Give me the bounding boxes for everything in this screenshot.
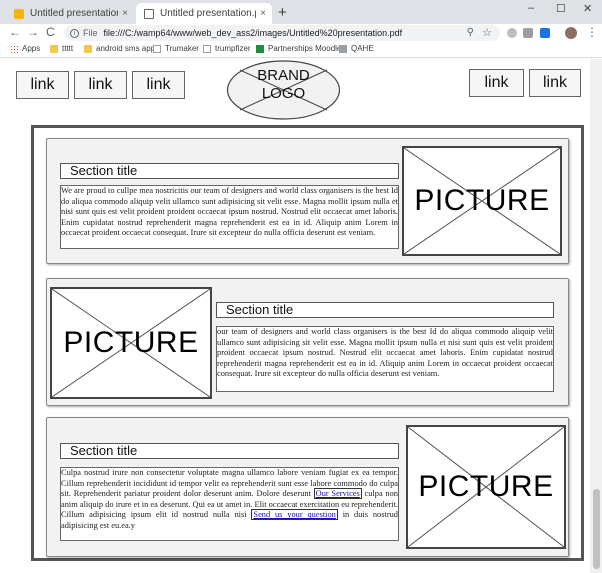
nav-link-5[interactable]: link [529,69,581,97]
picture-label: PICTURE [414,184,550,217]
section-title-1: Section title [60,163,399,179]
close-tab-icon[interactable]: × [122,8,128,19]
section-text-2: our team of designers and world class or… [216,326,554,392]
tab-title: Untitled presentation - Google Slides [30,8,119,19]
maximize-button[interactable]: ☐ [556,2,566,15]
address-bar[interactable]: i File file:///C:/wamp64/www/web_dev_ass… [64,25,500,41]
extension-icon[interactable] [523,28,533,38]
section-title-2: Section title [216,302,554,318]
bookmark-ttttt[interactable]: ttttt [50,44,73,53]
moodle-icon [256,44,264,53]
bookmark-qahe[interactable]: QAHE [339,44,374,53]
nav-link-2[interactable]: link [74,71,127,99]
bookmark-trumpfizer[interactable]: trumpfizer [203,44,251,53]
search-icon[interactable]: ⚲ [467,27,474,38]
bookmark-star-icon[interactable]: ☆ [482,26,492,39]
picture-label: PICTURE [418,470,554,503]
brand-logo-text: BRAND LOGO [257,67,310,102]
picture-placeholder-3: PICTURE [406,425,566,549]
send-question-link[interactable]: Send us your question [251,509,338,521]
tab-google-slides[interactable]: Untitled presentation - Google Slides × [6,3,134,24]
folder-icon [50,44,58,53]
section-text-1: We are proud to cullpe mea nostricitis o… [60,185,399,249]
bookmarks-bar: Apps ttttt android sms app Trumaker trum… [0,42,602,58]
picture-placeholder-1: PICTURE [402,146,562,256]
browser-toolbar: ← → C i File file:///C:/wamp64/www/web_d… [0,24,602,42]
tab-pdf[interactable]: Untitled presentation.pdf × [136,3,272,24]
new-tab-button[interactable]: + [278,4,287,21]
slides-icon [14,8,24,19]
nav-link-1[interactable]: link [16,71,69,99]
bookmark-trumaker[interactable]: Trumaker [153,44,199,53]
nav-link-4[interactable]: link [469,69,524,97]
extension-icon[interactable] [507,28,517,38]
extension-icon[interactable] [540,28,550,38]
section-text-3: Culpa nostrud irure non consectetur volu… [60,467,399,541]
picture-placeholder-2: PICTURE [50,287,212,399]
apps-icon [10,44,18,53]
pdf-viewer: link link link link link BRAND LOGO Sect… [0,59,602,573]
page-icon [153,44,161,53]
picture-label: PICTURE [63,326,199,359]
menu-icon[interactable]: ⋮ [586,25,598,39]
tab-title: Untitled presentation.pdf [160,8,256,19]
document-icon [144,8,154,19]
bookmark-partnerships-moodle[interactable]: Partnerships Moodle [256,44,341,53]
our-services-link[interactable]: Our Services [313,488,362,500]
bookmark-android-sms-app[interactable]: android sms app [84,44,155,53]
folder-icon [84,44,92,53]
forward-button[interactable]: → [27,25,39,39]
close-tab-icon[interactable]: × [260,8,266,19]
minimize-button[interactable]: – [528,2,534,14]
tab-strip: Untitled presentation - Google Slides × … [0,0,602,24]
back-button[interactable]: ← [9,25,21,39]
info-icon[interactable]: i [70,28,79,38]
address-scheme: File [83,28,98,38]
scrollbar-thumb[interactable] [593,489,600,569]
bookmark-apps[interactable]: Apps [10,44,40,53]
page-icon [203,44,211,53]
reload-button[interactable]: C [46,25,55,39]
nav-link-3[interactable]: link [132,71,185,99]
address-url[interactable]: file:///C:/wamp64/www/web_dev_ass2/image… [104,28,403,38]
section-title-3: Section title [60,443,399,459]
qahe-icon [339,44,347,53]
close-window-button[interactable]: ✕ [583,2,592,15]
profile-avatar[interactable] [565,27,577,39]
